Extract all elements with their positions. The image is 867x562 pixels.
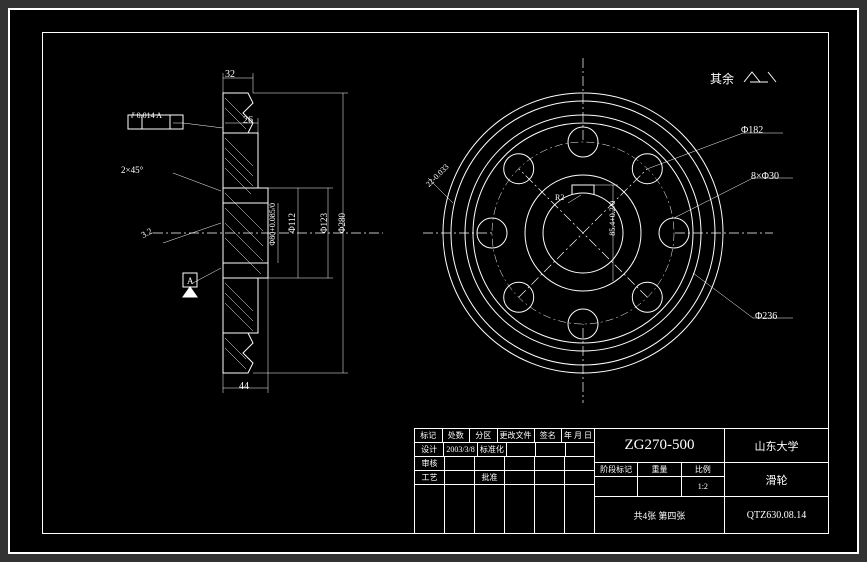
tb-h-change: 更改文件 [498, 429, 535, 442]
tb-weight: 重量 [638, 463, 681, 476]
tb-org: 山东大学 [725, 429, 828, 463]
datum-a: A [187, 276, 194, 286]
tb-h-zone: 分区 [470, 429, 498, 442]
tb-sheet: 共4张 第四张 [595, 497, 724, 533]
dim-bore: Φ80+0.085/0 [268, 203, 277, 246]
tb-check: 审核 [415, 457, 445, 470]
tb-design: 设计 [415, 443, 444, 456]
dim-hub-width: 44 [239, 381, 249, 392]
tb-h-qty: 处数 [443, 429, 471, 442]
dim-tolerance: ⫽ 0.014 A [131, 111, 162, 121]
tb-revision-cols: 标记 处数 分区 更改文件 签名 年 月 日 设计 2003/3/8 标准化 审… [415, 429, 595, 533]
dim-groove: Φ112 [287, 213, 297, 233]
tb-middle: ZG270-500 阶段标记 重量 比例 1:2 共4张 第四张 [595, 429, 725, 533]
tb-h-mark: 标记 [415, 429, 443, 442]
dim-top-width: 32 [225, 69, 235, 80]
tb-h-sig: 签名 [535, 429, 563, 442]
tb-std: 标准化 [478, 443, 507, 456]
dim-chamfer: 2×45° [121, 165, 143, 175]
tb-h-date: 年 月 日 [562, 429, 594, 442]
dim-rim: Φ236 [755, 311, 777, 322]
tb-right: 山东大学 滑轮 QTZ630.08.14 [725, 429, 828, 533]
title-block: 标记 处数 分区 更改文件 签名 年 月 日 设计 2003/3/8 标准化 审… [414, 428, 828, 533]
dim-step-width: 26 [243, 115, 253, 126]
tb-proc: 工艺 [415, 471, 445, 484]
tb-material: ZG270-500 [595, 429, 724, 463]
dim-outer: Φ280 [337, 213, 347, 233]
dim-rad: R2 [555, 193, 564, 202]
tb-ddate: 2003/3/8 [444, 443, 477, 456]
drawing-border: 其余 [42, 32, 829, 534]
tb-part-name: 滑轮 [725, 463, 828, 497]
tb-appr: 批准 [475, 471, 505, 484]
dim-bcd: Φ182 [741, 125, 763, 136]
tb-dwg-no: QTZ630.08.14 [725, 497, 828, 533]
tb-stage: 阶段标记 [595, 463, 638, 476]
tb-ratio: 比例 [682, 463, 724, 476]
dim-key-height: 85.4+0.2/0 [608, 201, 617, 236]
dim-holes: 8×Φ30 [751, 171, 779, 182]
dim-hub: Φ123 [319, 213, 329, 233]
cad-viewport: 其余 [8, 8, 859, 554]
tb-scale: 1:2 [682, 477, 724, 496]
